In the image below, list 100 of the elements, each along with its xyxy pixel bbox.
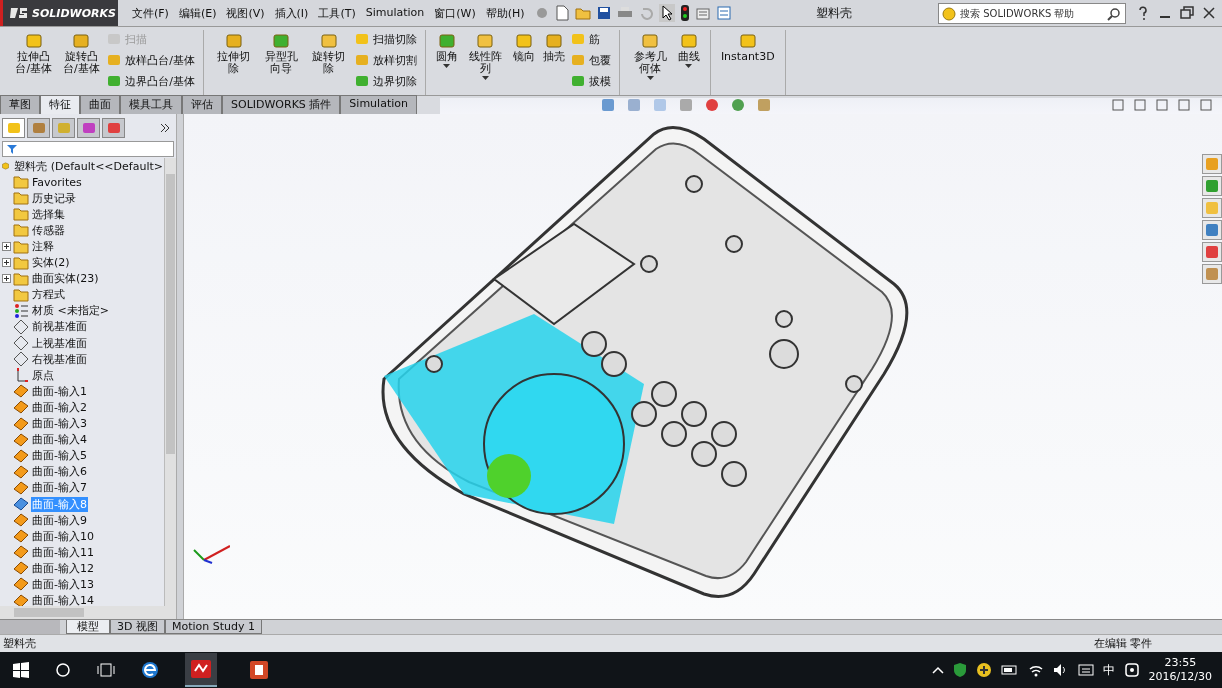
feature-button[interactable]: Instant3D [718, 30, 777, 95]
feature-button[interactable]: 曲线 [675, 30, 702, 95]
feature-button[interactable]: 筋 [571, 30, 612, 48]
feature-button[interactable]: 线性阵列 [463, 30, 508, 95]
tree-item[interactable]: 曲面-输入2 [31, 399, 88, 415]
tree-item[interactable]: 曲面-输入14 [31, 593, 95, 606]
browser-icon[interactable] [141, 661, 159, 679]
menu-item[interactable]: 编辑(E) [178, 5, 217, 21]
tab[interactable]: 草图 [0, 95, 40, 114]
new-document-icon[interactable] [554, 5, 569, 21]
save-icon[interactable] [596, 6, 611, 20]
tab[interactable]: 特征 [40, 95, 80, 114]
help-menu-icon[interactable] [1136, 5, 1150, 21]
tree-item[interactable]: 塑料壳 (Default<<Default> [13, 158, 164, 174]
menu-item[interactable]: 窗口(W) [434, 5, 476, 21]
tree-item[interactable]: 曲面-输入6 [31, 464, 88, 480]
tree-item[interactable]: 曲面-输入11 [31, 544, 95, 560]
feature-button[interactable]: 参考几何体 [628, 30, 672, 95]
horizontal-scrollbar[interactable] [0, 606, 176, 619]
tab[interactable]: 评估 [182, 95, 222, 114]
tree-item[interactable]: 曲面-输入7 [31, 480, 88, 496]
feature-button[interactable]: 放样切割 [354, 51, 417, 69]
configuration-tab[interactable] [52, 118, 75, 138]
feature-button[interactable]: 拔模 [571, 72, 612, 90]
tree-item[interactable]: 注释 [31, 239, 55, 254]
tab[interactable]: 3D 视图 [110, 620, 165, 634]
expand-icon[interactable] [160, 123, 170, 133]
feature-button[interactable]: 旋转凸台/基体 [59, 30, 104, 95]
tree-item[interactable]: 曲面-输入1 [31, 383, 88, 399]
plus-circle-icon[interactable] [975, 662, 992, 678]
expand-icon[interactable] [2, 242, 11, 251]
tree-item[interactable]: 选择集 [31, 206, 66, 222]
cad-app-icon[interactable] [185, 653, 217, 687]
tree-item[interactable]: 传感器 [31, 222, 66, 238]
dimension-tab[interactable] [77, 118, 100, 138]
search-icon[interactable] [1107, 6, 1121, 21]
menu-item[interactable]: 文件(F) [132, 5, 169, 21]
tree-item[interactable]: 曲面-输入12 [31, 560, 95, 576]
tab[interactable]: Motion Study 1 [164, 620, 262, 634]
tree-item[interactable]: 曲面-输入13 [31, 577, 95, 592]
feature-button[interactable]: 扫描切除 [354, 30, 417, 48]
tree-item[interactable]: 上视基准面 [31, 335, 88, 351]
chevron-up-icon[interactable] [931, 665, 944, 675]
traffic-light-icon[interactable] [680, 5, 689, 21]
expand-icon[interactable] [2, 258, 11, 268]
feature-button[interactable]: 拉伸切除 [211, 30, 256, 95]
tree-item[interactable]: 历史记录 [31, 190, 77, 206]
tree-item[interactable]: 右视基准面 [31, 351, 88, 367]
tab[interactable]: SOLIDWORKS 插件 [222, 95, 341, 114]
vertical-scrollbar[interactable] [164, 158, 176, 606]
expand-icon[interactable] [2, 274, 11, 284]
cursor-icon[interactable] [658, 4, 675, 22]
property-tab[interactable] [27, 118, 50, 138]
menu-item[interactable]: Simulation [365, 5, 425, 21]
printer-icon[interactable] [616, 6, 633, 20]
notification-icon[interactable] [1123, 662, 1140, 678]
menu-item[interactable]: 帮助(H) [485, 5, 525, 21]
tab[interactable]: 模型 [66, 620, 110, 634]
feature-button[interactable]: 放样凸台/基体 [107, 51, 195, 69]
wifi-icon[interactable] [1027, 663, 1044, 677]
options-icon[interactable] [694, 6, 711, 20]
tree-item[interactable]: 材质 <未指定> [31, 303, 110, 319]
tree-item[interactable]: 曲面-输入5 [31, 448, 88, 464]
input-method-indicator[interactable]: 中 [1102, 661, 1115, 679]
tree-item[interactable]: 曲面-输入9 [31, 512, 88, 528]
feature-button[interactable]: 抽壳 [541, 30, 568, 95]
tab[interactable]: 模具工具 [120, 95, 182, 114]
clock[interactable]: 23:55 2016/12/30 [1148, 656, 1212, 684]
tab[interactable]: Simulation [340, 95, 417, 114]
tree-item[interactable]: 曲面-输入10 [31, 528, 95, 544]
feature-button[interactable]: 边界凸台/基体 [107, 72, 195, 90]
tree-item[interactable]: 曲面实体(23) [31, 271, 100, 287]
display-tab[interactable] [102, 118, 125, 138]
task-view-icon[interactable] [97, 662, 115, 678]
search-icon[interactable] [55, 662, 71, 678]
tab[interactable]: 曲面 [80, 95, 120, 114]
tree-item[interactable]: 曲面-输入4 [31, 432, 88, 448]
menu-item[interactable]: 视图(V) [226, 5, 265, 21]
windows-start-icon[interactable] [13, 662, 29, 678]
tree-item[interactable]: Favorites [31, 175, 83, 189]
tree-item[interactable]: 原点 [31, 367, 55, 383]
feature-tree-tab[interactable] [2, 118, 25, 138]
tree-item[interactable]: 方程式 [31, 287, 66, 303]
search-field[interactable]: 搜索 SOLIDWORKS 帮助 [938, 2, 1126, 24]
tree-item[interactable]: 实体(2) [31, 255, 71, 271]
keyboard-icon[interactable] [1077, 663, 1094, 677]
feature-button[interactable]: 包覆 [571, 51, 612, 69]
menu-item[interactable]: 插入(I) [274, 5, 309, 21]
filter-field[interactable] [2, 141, 174, 157]
feature-button[interactable]: 镜向 [511, 30, 538, 95]
menu-item[interactable]: 工具(T) [318, 5, 356, 21]
tree-item[interactable]: 曲面-输入3 [31, 416, 88, 432]
feature-button[interactable]: 旋转切除 [307, 30, 351, 95]
shield-icon[interactable] [952, 662, 967, 678]
feature-button[interactable]: 边界切除 [354, 72, 417, 90]
feature-button[interactable]: 圆角 [433, 30, 460, 95]
feature-button[interactable]: 拉伸凸台/基体 [12, 30, 56, 95]
battery-icon[interactable] [1000, 664, 1019, 676]
model-drawing[interactable] [381, 126, 909, 598]
checklist-icon[interactable] [716, 6, 731, 20]
